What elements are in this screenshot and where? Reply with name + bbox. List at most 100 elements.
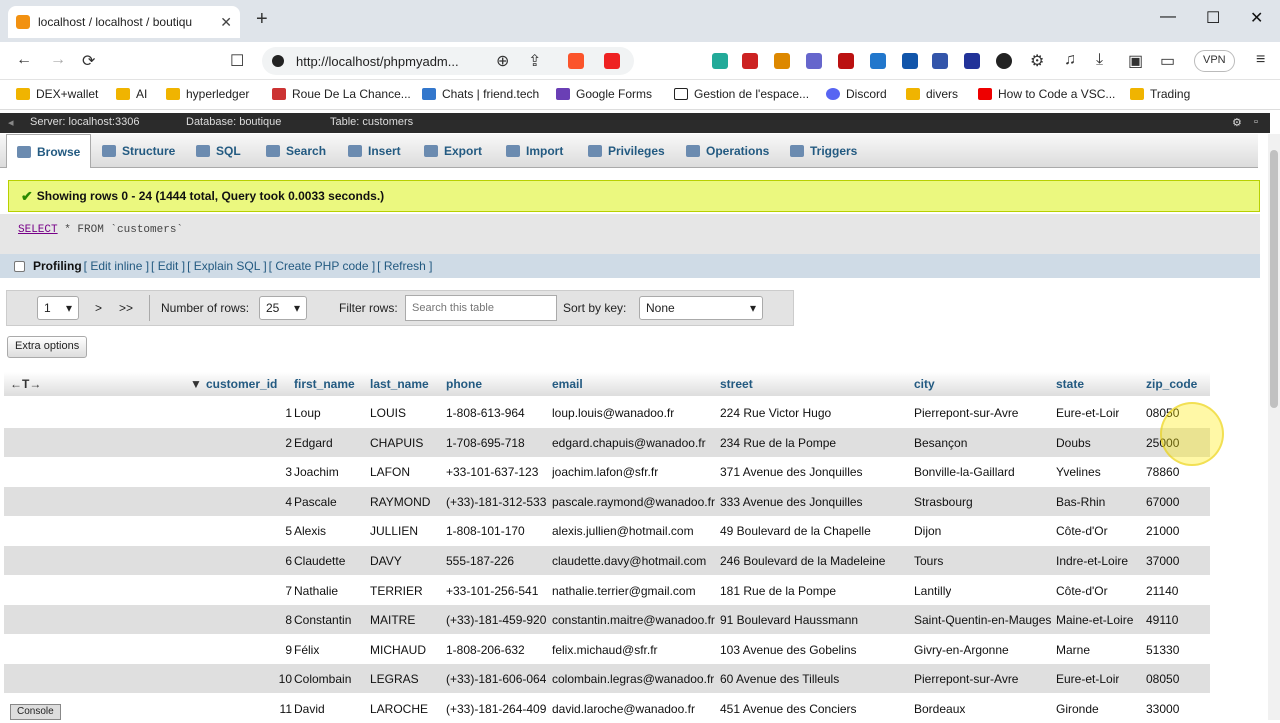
tab-operations[interactable]: Operations	[686, 134, 769, 168]
extension-icon[interactable]	[870, 53, 886, 69]
column-header[interactable]: city	[914, 377, 935, 391]
close-window-icon[interactable]: ✕	[1250, 8, 1263, 28]
sql-keyword[interactable]: SELECT	[18, 224, 58, 236]
next-page-button[interactable]: >	[95, 301, 102, 315]
minimize-icon[interactable]: —	[1160, 8, 1176, 26]
console-button[interactable]: Console	[10, 704, 61, 720]
table-row[interactable]: ✎ Edit▤ CopyDelete11DavidLAROCHE(+33)-18…	[4, 694, 1210, 723]
menu-icon[interactable]: ≡	[1256, 51, 1265, 69]
tab-browse[interactable]: Browse	[6, 134, 92, 168]
bookmark-item[interactable]: Roue De La Chance...	[272, 87, 411, 101]
tab-insert[interactable]: Insert	[348, 134, 401, 168]
breadcrumb-table[interactable]: Table: customers	[330, 116, 413, 128]
extension-icon[interactable]	[996, 53, 1012, 69]
edit-inline-link[interactable]: [ Edit inline ]	[84, 259, 149, 273]
extra-options-button[interactable]: Extra options	[7, 336, 88, 358]
column-resize-icon[interactable]: ←T→	[10, 377, 41, 391]
bookmark-item[interactable]: hyperledger	[166, 87, 249, 101]
extension-icon[interactable]	[774, 53, 790, 69]
table-cell: (+33)-181-312-533	[446, 494, 547, 509]
sort-select[interactable]: None ▾	[639, 296, 763, 320]
rows-select[interactable]: 25 ▾	[259, 296, 307, 320]
column-header[interactable]: street	[720, 377, 753, 391]
bookmark-item[interactable]: How to Code a VSC...	[978, 87, 1115, 101]
profiling-checkbox[interactable]	[14, 260, 25, 272]
filter-input[interactable]	[405, 295, 557, 321]
brave-rewards-icon[interactable]	[604, 53, 620, 69]
column-header[interactable]: zip_code	[1146, 377, 1197, 391]
tab-search[interactable]: Search	[266, 134, 326, 168]
collapse-icon[interactable]: ◂	[8, 116, 14, 129]
table-cell: 1-808-101-170	[446, 524, 525, 539]
extension-icon[interactable]	[712, 53, 728, 69]
column-header[interactable]: email	[552, 377, 583, 391]
extension-icon[interactable]	[806, 53, 822, 69]
extension-icon[interactable]	[964, 53, 980, 69]
table-row[interactable]: ✎ Edit▤ CopyDelete6ClaudetteDAVY555-187-…	[4, 546, 1210, 575]
tab-export[interactable]: Export	[424, 134, 482, 168]
forward-icon[interactable]: →	[50, 51, 66, 69]
extension-icon[interactable]	[838, 53, 854, 69]
table-row[interactable]: ✎ Edit▤ CopyDelete2EdgardCHAPUIS1-708-69…	[4, 427, 1210, 457]
refresh-link[interactable]: [ Refresh ]	[377, 259, 432, 273]
download-icon[interactable]: ⤓	[1096, 51, 1103, 69]
edit-link[interactable]: [ Edit ]	[151, 259, 185, 273]
bookmark-item[interactable]: Gestion de l'espace...	[674, 87, 809, 101]
table-row[interactable]: ✎ Edit▤ CopyDelete9FélixMICHAUD1-808-206…	[4, 634, 1210, 664]
back-icon[interactable]: ←	[16, 51, 32, 69]
extension-puzzle-icon[interactable]: ⚙	[1030, 51, 1044, 71]
browser-tab[interactable]: localhost / localhost / boutiqu ✕	[8, 6, 240, 38]
column-header[interactable]: phone	[446, 377, 482, 391]
tab-import[interactable]: Import	[506, 134, 563, 168]
site-info-icon[interactable]	[272, 55, 284, 67]
table-row[interactable]: ✎ Edit▤ CopyDelete3JoachimLAFON+33-101-6…	[4, 457, 1210, 487]
column-header[interactable]: state	[1056, 377, 1084, 391]
table-row[interactable]: ✎ Edit▤ CopyDelete1LoupLOUIS1-808-613-96…	[4, 398, 1210, 427]
column-header[interactable]: first_name	[294, 377, 355, 391]
column-header[interactable]: last_name	[370, 377, 429, 391]
explain-sql-link[interactable]: [ Explain SQL ]	[187, 259, 267, 273]
bookmark-item[interactable]: DEX+wallet	[16, 87, 98, 101]
tab-structure[interactable]: Structure	[102, 134, 175, 168]
bookmark-item[interactable]: Discord	[826, 87, 887, 101]
breadcrumb-database[interactable]: Database: boutique	[186, 116, 281, 128]
zoom-icon[interactable]: ⊕	[496, 51, 509, 71]
extension-icon[interactable]	[902, 53, 918, 69]
playlist-icon[interactable]: ♫	[1064, 51, 1076, 69]
bookmark-icon[interactable]: ☐	[230, 51, 244, 71]
wallet-icon[interactable]: ▭	[1160, 51, 1175, 71]
collapse-icon[interactable]: ▫	[1254, 116, 1258, 128]
column-header[interactable]: customer_id	[206, 377, 277, 391]
new-tab-icon[interactable]: +	[256, 8, 268, 31]
settings-icon[interactable]: ⚙	[1232, 116, 1242, 129]
extension-icon[interactable]	[932, 53, 948, 69]
maximize-icon[interactable]: ☐	[1206, 8, 1220, 28]
bookmark-item[interactable]: divers	[906, 87, 958, 101]
vpn-button[interactable]: VPN	[1194, 50, 1235, 72]
tab-triggers[interactable]: Triggers	[790, 134, 857, 168]
bookmark-item[interactable]: Google Forms	[556, 87, 652, 101]
page-select[interactable]: 1 ▾	[37, 296, 79, 320]
tab-privileges[interactable]: Privileges	[588, 134, 665, 168]
last-page-button[interactable]: >>	[119, 301, 133, 315]
bookmark-item[interactable]: AI	[116, 87, 147, 101]
table-row[interactable]: ✎ Edit▤ CopyDelete7NathalieTERRIER+33-10…	[4, 575, 1210, 605]
table-row[interactable]: ✎ Edit▤ CopyDelete10ColombainLEGRAS(+33)…	[4, 664, 1210, 694]
reload-icon[interactable]: ⟳	[82, 51, 95, 71]
breadcrumb-server[interactable]: Server: localhost:3306	[30, 116, 139, 128]
extension-icon[interactable]	[742, 53, 758, 69]
sort-arrow-icon[interactable]: ▼	[190, 377, 202, 391]
bookmark-item[interactable]: Trading	[1130, 87, 1190, 101]
tab-sql[interactable]: SQL	[196, 134, 241, 168]
brave-shield-icon[interactable]	[568, 53, 584, 69]
close-tab-icon[interactable]: ✕	[220, 14, 232, 31]
sidebar-icon[interactable]: ▣	[1128, 51, 1143, 71]
table-row[interactable]: ✎ Edit▤ CopyDelete8ConstantinMAITRE(+33)…	[4, 605, 1210, 635]
bookmark-item[interactable]: Chats | friend.tech	[422, 87, 539, 101]
create-php-code-link[interactable]: [ Create PHP code ]	[269, 259, 376, 273]
scrollbar-thumb[interactable]	[1270, 150, 1278, 408]
table-row[interactable]: ✎ Edit▤ CopyDelete5AlexisJULLIEN1-808-10…	[4, 516, 1210, 546]
table-row[interactable]: ✎ Edit▤ CopyDelete4PascaleRAYMOND(+33)-1…	[4, 486, 1210, 516]
sql-query-box[interactable]: SELECT * FROM `customers`	[0, 214, 1260, 254]
share-icon[interactable]: ⇪	[528, 51, 541, 71]
